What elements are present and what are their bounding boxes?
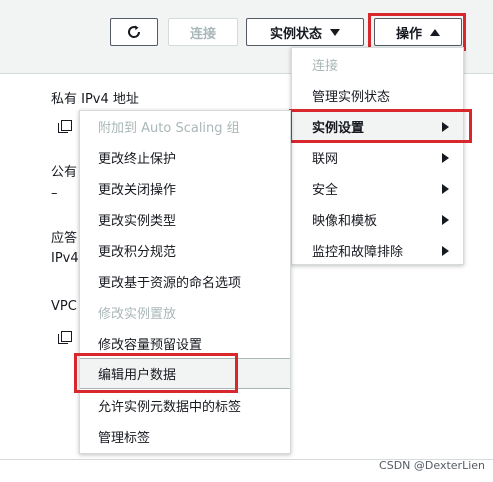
- instance-state-label: 实例状态: [269, 26, 322, 42]
- submenu-item-label: 允许实例元数据中的标签: [98, 400, 242, 415]
- menu-item-connect[interactable]: 连接: [292, 49, 463, 80]
- submenu-item-label: 更改积分规范: [98, 245, 177, 260]
- submenu-item-change-resource-naming[interactable]: 更改基于资源的命名选项: [80, 266, 290, 297]
- submenu-item-label: 更改实例类型: [98, 214, 177, 229]
- connect-button[interactable]: 连接: [168, 18, 238, 46]
- actions-button[interactable]: 操作: [374, 18, 462, 46]
- submenu-item-modify-capacity-reservation[interactable]: 修改容量预留设置: [80, 328, 290, 359]
- menu-item-label: 实例设置: [312, 121, 365, 136]
- menu-item-label: 监控和故障排除: [312, 245, 404, 260]
- menu-item-instance-settings[interactable]: 实例设置: [292, 111, 463, 142]
- watermark: CSDN @DexterLien: [379, 459, 485, 472]
- submenu-item-label: 更改基于资源的命名选项: [98, 276, 242, 291]
- submenu-item-change-termination-protection[interactable]: 更改终止保护: [80, 142, 290, 173]
- vpc-label-partial: VPC: [51, 299, 77, 314]
- menu-item-label: 联网: [312, 152, 339, 167]
- caret-down-icon: [330, 28, 340, 36]
- submenu-item-change-instance-type[interactable]: 更改实例类型: [80, 204, 290, 235]
- menu-item-label: 连接: [312, 59, 339, 74]
- submenu-item-label: 修改容量预留设置: [98, 338, 203, 353]
- menu-item-label: 安全: [312, 183, 339, 198]
- menu-item-monitor-troubleshoot[interactable]: 监控和故障排除: [292, 235, 463, 266]
- caret-right-icon: [442, 152, 449, 163]
- menu-item-images-templates[interactable]: 映像和模板: [292, 204, 463, 235]
- submenu-item-edit-user-data[interactable]: 编辑用户数据: [80, 358, 290, 389]
- caret-right-icon: [442, 183, 449, 194]
- submenu-item-manage-tags[interactable]: 管理标签: [80, 421, 290, 452]
- menu-item-label: 管理实例状态: [312, 90, 391, 105]
- caret-right-icon: [442, 121, 449, 132]
- instance-settings-submenu: 附加到 Auto Scaling 组 更改终止保护 更改关闭操作 更改实例类型 …: [79, 110, 291, 454]
- menu-item-security[interactable]: 安全: [292, 173, 463, 204]
- instance-state-button[interactable]: 实例状态: [246, 18, 364, 46]
- submenu-item-modify-placement[interactable]: 修改实例置放: [80, 297, 290, 328]
- submenu-item-change-credit-spec[interactable]: 更改积分规范: [80, 235, 290, 266]
- public-value-dash: –: [51, 186, 58, 201]
- menu-item-manage-instance-state[interactable]: 管理实例状态: [292, 80, 463, 111]
- actions-label: 操作: [395, 26, 422, 42]
- submenu-item-change-shutdown-behavior[interactable]: 更改关闭操作: [80, 173, 290, 204]
- submenu-item-label: 修改实例置放: [98, 307, 177, 322]
- connect-button-label: 连接: [189, 26, 216, 42]
- submenu-item-label: 更改关闭操作: [98, 183, 177, 198]
- public-label-partial: 公有: [51, 165, 78, 180]
- submenu-item-attach-auto-scaling[interactable]: 附加到 Auto Scaling 组: [80, 111, 290, 142]
- submenu-item-label: 管理标签: [98, 431, 151, 446]
- actions-menu: 连接 管理实例状态 实例设置 联网 安全 映像和模板 监控和故障排除: [291, 47, 464, 265]
- submenu-item-label: 编辑用户数据: [98, 368, 177, 383]
- copy-icon[interactable]: [58, 120, 72, 133]
- submenu-item-allow-metadata-tags[interactable]: 允许实例元数据中的标签: [80, 390, 290, 421]
- refresh-icon: [128, 25, 141, 38]
- refresh-button[interactable]: [110, 18, 158, 46]
- caret-right-icon: [442, 214, 449, 225]
- ipv4-value-partial: IPv4: [51, 251, 79, 266]
- answer-label-partial: 应答: [51, 231, 78, 246]
- menu-item-label: 映像和模板: [312, 214, 378, 229]
- caret-right-icon: [442, 245, 449, 256]
- submenu-item-label: 更改终止保护: [98, 152, 177, 167]
- menu-item-networking[interactable]: 联网: [292, 142, 463, 173]
- submenu-item-label: 附加到 Auto Scaling 组: [98, 121, 240, 136]
- caret-up-icon: [430, 28, 440, 36]
- copy-icon[interactable]: [58, 331, 72, 344]
- private-ipv4-label: 私有 IPv4 地址: [51, 92, 139, 107]
